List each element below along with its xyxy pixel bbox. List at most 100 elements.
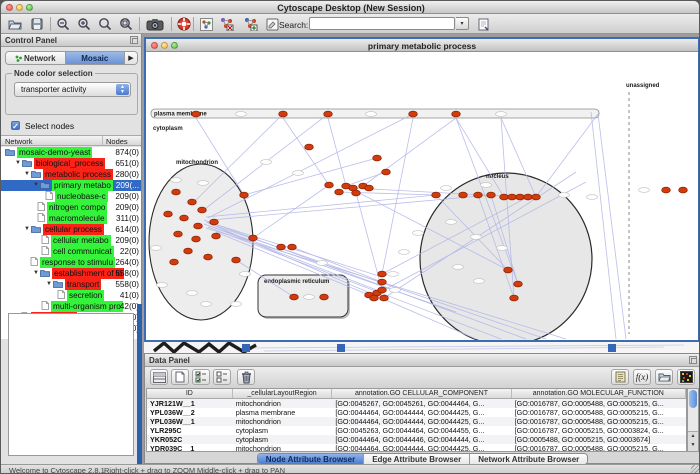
table-row[interactable]: YPL036W__1mitochondrion[GO:0044464, GO:0… bbox=[147, 417, 686, 426]
node[interactable] bbox=[510, 295, 519, 301]
select-nodes-checkbox[interactable]: ✓ bbox=[11, 121, 20, 130]
expander-icon[interactable]: ▼ bbox=[32, 268, 40, 279]
zoom-fit-button[interactable] bbox=[117, 16, 135, 32]
tab-mosaic[interactable]: Mosaic bbox=[66, 52, 126, 64]
zoom-in-button[interactable] bbox=[75, 16, 93, 32]
tab-node-attribute-browser[interactable]: Node Attribute Browser bbox=[258, 454, 365, 464]
network-navigator[interactable] bbox=[8, 313, 134, 456]
color-attribute-dropdown[interactable]: transporter activity ▲▼ bbox=[14, 82, 131, 97]
expander-icon[interactable]: ▼ bbox=[23, 169, 31, 180]
table-row[interactable]: YLR295Ccytoplasm[GO:0045263, GO:0044464,… bbox=[147, 426, 686, 435]
node[interactable] bbox=[378, 271, 387, 277]
node[interactable] bbox=[192, 236, 201, 242]
node[interactable] bbox=[172, 189, 181, 195]
tree-row[interactable]: nucleobase-c209(0) bbox=[1, 191, 141, 202]
node[interactable] bbox=[409, 111, 418, 117]
node[interactable] bbox=[164, 211, 173, 217]
node[interactable] bbox=[288, 244, 297, 250]
node[interactable] bbox=[325, 182, 334, 188]
zoom-out-button[interactable] bbox=[54, 16, 72, 32]
tree-row[interactable]: response to stimulu264(0) bbox=[1, 257, 141, 268]
node[interactable] bbox=[290, 294, 299, 300]
open-file-button[interactable] bbox=[6, 16, 24, 32]
node[interactable] bbox=[170, 259, 179, 265]
node[interactable] bbox=[335, 189, 344, 195]
tree-row[interactable]: ▼biological_process651(0) bbox=[1, 158, 141, 169]
node[interactable] bbox=[432, 192, 441, 198]
tree-row[interactable]: cellular metabo209(0) bbox=[1, 235, 141, 246]
edge[interactable] bbox=[208, 114, 413, 218]
expander-icon[interactable]: ▼ bbox=[14, 158, 22, 169]
attribute-report-button[interactable] bbox=[611, 369, 629, 385]
attribute-matrix-button[interactable] bbox=[677, 369, 695, 385]
node[interactable] bbox=[194, 223, 203, 229]
column-header[interactable]: annotation.GO MOLECULAR_FUNCTION bbox=[512, 389, 686, 398]
tree-row[interactable]: ▼transport558(0) bbox=[1, 279, 141, 290]
tree-row[interactable]: nitrogen compo209(0) bbox=[1, 202, 141, 213]
search-input[interactable] bbox=[309, 17, 455, 30]
tree-row[interactable]: ▼primary metabo209(... bbox=[1, 180, 141, 191]
formula-builder-button[interactable]: f(x) bbox=[633, 369, 651, 385]
node[interactable] bbox=[504, 267, 513, 273]
node[interactable] bbox=[210, 219, 219, 225]
node[interactable] bbox=[365, 185, 374, 191]
node[interactable] bbox=[188, 199, 197, 205]
node[interactable] bbox=[370, 295, 379, 301]
node[interactable] bbox=[524, 194, 533, 200]
tree-header-nodes[interactable]: Nodes bbox=[103, 136, 141, 145]
unselect-attributes-button[interactable] bbox=[213, 369, 231, 385]
table-row[interactable]: YDR039C__1mitochondrion[GO:0044464, GO:0… bbox=[147, 444, 686, 452]
node[interactable] bbox=[459, 192, 468, 198]
node[interactable] bbox=[487, 192, 496, 198]
node[interactable] bbox=[382, 169, 391, 175]
float-panel-icon[interactable] bbox=[689, 356, 697, 364]
tree-row[interactable]: mosaic-demo-yeast874(0) bbox=[1, 147, 141, 158]
zoom-selected-button[interactable] bbox=[96, 16, 114, 32]
node[interactable] bbox=[324, 111, 333, 117]
delete-attribute-button[interactable] bbox=[237, 369, 255, 385]
node[interactable] bbox=[378, 287, 387, 293]
expander-icon[interactable]: ▼ bbox=[23, 224, 31, 235]
node[interactable] bbox=[184, 248, 193, 254]
network-graph[interactable]: plasma membranecytoplasmmitochondrionnuc… bbox=[146, 52, 698, 340]
import-attributes-button[interactable] bbox=[655, 369, 673, 385]
node[interactable] bbox=[204, 254, 213, 260]
node[interactable] bbox=[532, 194, 541, 200]
tree-header-network[interactable]: Network bbox=[1, 136, 103, 145]
node[interactable] bbox=[320, 294, 329, 300]
export-snapshot-button[interactable] bbox=[143, 16, 167, 32]
node[interactable] bbox=[378, 279, 387, 285]
scrollbar-thumb[interactable] bbox=[689, 390, 697, 408]
table-row[interactable]: YPL036W__2plasma membrane[GO:0044464, GO… bbox=[147, 408, 686, 417]
node[interactable] bbox=[679, 187, 688, 193]
tree-row[interactable]: multi-organism pro42(0) bbox=[1, 301, 141, 312]
help-ring-button[interactable] bbox=[175, 16, 193, 32]
column-header[interactable]: annotation.GO CELLULAR_COMPONENT bbox=[332, 389, 511, 398]
tree-row[interactable]: macromolecule311(0) bbox=[1, 213, 141, 224]
node[interactable] bbox=[516, 194, 525, 200]
node[interactable] bbox=[180, 215, 189, 221]
show-all-button[interactable] bbox=[241, 16, 259, 32]
edge[interactable] bbox=[363, 118, 456, 186]
search-dropdown-icon[interactable]: ▾ bbox=[456, 17, 469, 30]
tree-row[interactable]: ▼establishment of lo558(0) bbox=[1, 268, 141, 279]
node[interactable] bbox=[662, 187, 671, 193]
table-scrollbar[interactable]: ▲▼ bbox=[687, 388, 699, 452]
tree-row[interactable]: secretion41(0) bbox=[1, 290, 141, 301]
node[interactable] bbox=[277, 244, 286, 250]
table-grid-button[interactable] bbox=[150, 369, 168, 385]
table-row[interactable]: YKR052Ccytoplasm[GO:0044464, GO:0044446,… bbox=[147, 435, 686, 444]
node[interactable] bbox=[474, 192, 483, 198]
edge[interactable] bbox=[328, 118, 346, 186]
column-header[interactable]: _cellularLayoutRegion bbox=[233, 389, 333, 398]
node[interactable] bbox=[232, 257, 241, 263]
node[interactable] bbox=[508, 194, 517, 200]
expander-icon[interactable]: ▼ bbox=[32, 180, 40, 191]
node[interactable] bbox=[352, 190, 361, 196]
node[interactable] bbox=[192, 111, 201, 117]
column-header[interactable]: ID bbox=[147, 389, 233, 398]
overview-network-button[interactable] bbox=[197, 16, 215, 32]
node[interactable] bbox=[500, 194, 509, 200]
tab-network[interactable]: Network bbox=[6, 52, 66, 64]
hide-selected-button[interactable] bbox=[217, 16, 235, 32]
